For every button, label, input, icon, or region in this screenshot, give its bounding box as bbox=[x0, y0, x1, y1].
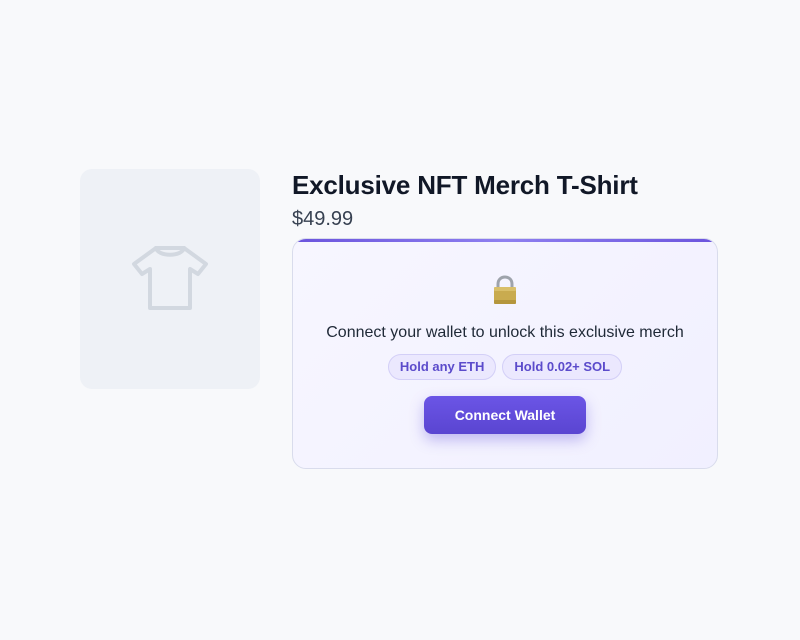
product-image bbox=[80, 169, 260, 389]
tshirt-icon bbox=[128, 234, 212, 325]
product-page: Exclusive NFT Merch T-Shirt $49.99 Conne… bbox=[0, 0, 800, 640]
gate-content: Connect your wallet to unlock this exclu… bbox=[293, 275, 717, 434]
requirement-badge-eth: Hold any ETH bbox=[387, 354, 497, 380]
gate-accent-bar bbox=[293, 239, 717, 242]
gate-message: Connect your wallet to unlock this exclu… bbox=[326, 324, 684, 341]
token-gate-card: Connect your wallet to unlock this exclu… bbox=[292, 238, 718, 469]
product-price: $49.99 bbox=[292, 208, 354, 230]
product-title: Exclusive NFT Merch T-Shirt bbox=[292, 170, 638, 200]
requirement-badges: Hold any ETH Hold 0.02+ SOL bbox=[387, 354, 623, 380]
product-info: Exclusive NFT Merch T-Shirt $49.99 bbox=[292, 169, 720, 231]
lock-icon bbox=[491, 275, 519, 305]
connect-wallet-button[interactable]: Connect Wallet bbox=[424, 396, 586, 434]
requirement-badge-sol: Hold 0.02+ SOL bbox=[502, 354, 623, 380]
